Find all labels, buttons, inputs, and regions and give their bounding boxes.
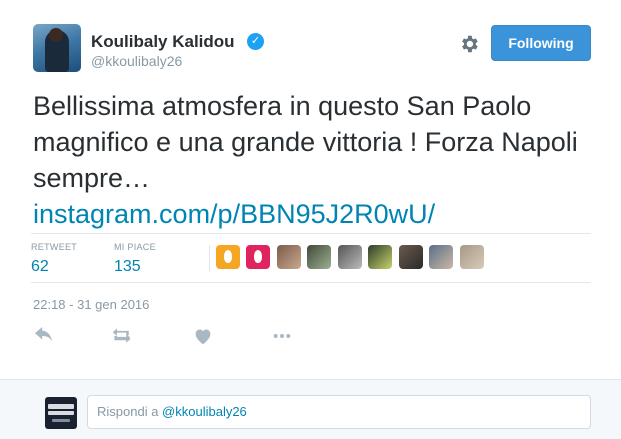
retweet-count[interactable]: 62 <box>31 258 77 276</box>
reply-bar: Rispondi a @kkoulibaly26 <box>0 379 621 439</box>
tweet-card: Koulibaly Kalidou ✓ @kkoulibaly26 Follow… <box>0 0 621 379</box>
author-handle[interactable]: @kkoulibaly26 <box>91 53 182 69</box>
following-button[interactable]: Following <box>491 25 591 61</box>
author-name[interactable]: Koulibaly Kalidou <box>91 32 235 52</box>
like-stat-label: MI PIACE <box>114 242 156 252</box>
gear-icon[interactable] <box>458 33 480 55</box>
liker-avatar[interactable] <box>307 245 332 269</box>
reply-placeholder-mention: @kkoulibaly26 <box>162 404 247 419</box>
liker-avatar[interactable] <box>459 245 484 269</box>
current-user-avatar <box>45 397 77 429</box>
liker-avatar[interactable] <box>216 245 240 269</box>
retweet-icon[interactable] <box>111 327 133 345</box>
reply-placeholder-prefix: Rispondi a <box>97 404 163 419</box>
tweet-date[interactable]: 22:18 - 31 gen 2016 <box>33 297 149 312</box>
heart-icon[interactable] <box>192 327 214 345</box>
liker-avatar[interactable] <box>429 245 454 269</box>
author-avatar[interactable] <box>33 24 81 72</box>
liker-avatar[interactable] <box>337 245 362 269</box>
retweet-stat-label: RETWEET <box>31 242 78 252</box>
tweet-text: Bellissima atmosfera in questo San Paolo… <box>33 88 593 232</box>
reply-input[interactable]: Rispondi a @kkoulibaly26 <box>87 395 591 429</box>
tweet-body: Bellissima atmosfera in questo San Paolo… <box>33 91 578 193</box>
verified-badge-icon: ✓ <box>247 33 264 50</box>
like-count[interactable]: 135 <box>114 258 156 276</box>
like-stat[interactable]: MI PIACE 135 <box>114 242 156 276</box>
liker-avatar[interactable] <box>276 245 301 269</box>
likers-avatars <box>209 245 486 271</box>
liker-avatar[interactable] <box>246 245 271 269</box>
more-icon[interactable] <box>271 327 293 345</box>
reply-icon[interactable] <box>33 327 55 345</box>
tweet-stats: RETWEET 62 MI PIACE 135 <box>31 233 591 283</box>
liker-avatar[interactable] <box>398 245 423 269</box>
tweet-link[interactable]: instagram.com/p/BBN95J2R0wU/ <box>33 199 435 229</box>
liker-avatar[interactable] <box>368 245 393 269</box>
retweet-stat[interactable]: RETWEET 62 <box>31 242 77 276</box>
